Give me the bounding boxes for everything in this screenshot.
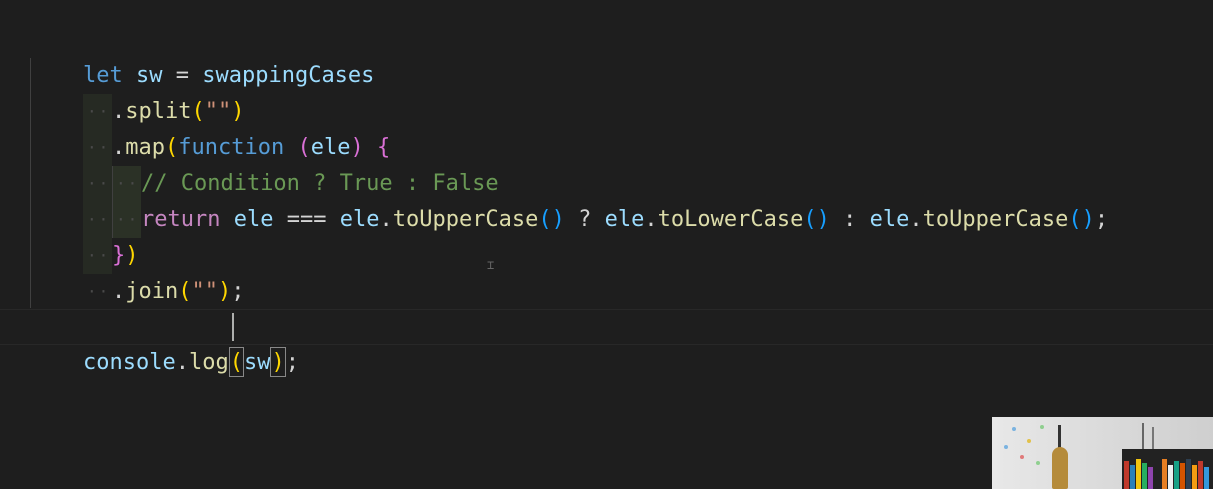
call-parens: () <box>1068 207 1095 232</box>
keyword-return: return <box>140 207 221 232</box>
indent-space: ·· <box>86 282 111 301</box>
ternary-colon: : <box>843 207 857 232</box>
method-to-upper-case: toUpperCase <box>392 207 539 232</box>
code-editor[interactable]: let sw = swappingCases ·· .split("") ·· .m… <box>0 0 1213 489</box>
argument-sw: sw <box>243 350 271 375</box>
variable-ele: ele <box>869 207 910 232</box>
string-literal: "" <box>191 279 218 304</box>
dot-operator: . <box>111 279 126 304</box>
semicolon: ; <box>285 350 299 375</box>
dot-operator: . <box>379 207 393 232</box>
dot-operator: . <box>175 350 189 375</box>
dot-operator: . <box>644 207 658 232</box>
code-line-4[interactable]: ·· ··// Condition ? True : False <box>30 130 499 202</box>
variable-ele: ele <box>233 207 274 232</box>
paren-close-matched: ) <box>270 347 286 377</box>
dot-operator: . <box>909 207 923 232</box>
paren-open: ( <box>178 279 192 304</box>
method-log: log <box>188 350 229 375</box>
code-line-9[interactable]: console.log(sw); <box>30 309 299 377</box>
code-line-5[interactable]: ·· ·· return ele === ele.toUpperCase() ? e… <box>30 166 1108 238</box>
semicolon: ; <box>231 279 245 304</box>
code-line-1[interactable]: let sw = swappingCases <box>30 22 374 88</box>
operator-strict-equal: === <box>286 207 327 232</box>
call-parens: () <box>538 207 565 232</box>
code-line-3[interactable]: ·· .map(function (ele) { <box>30 94 390 166</box>
paren-open-matched: ( <box>228 347 244 377</box>
variable-ele: ele <box>339 207 380 232</box>
method-to-lower-case: toLowerCase <box>657 207 804 232</box>
text-cursor <box>232 313 234 341</box>
method-to-upper-case: toUpperCase <box>922 207 1069 232</box>
ternary-question: ? <box>578 207 592 232</box>
code-line-2[interactable]: ·· .split("") <box>30 58 244 130</box>
object-console: console <box>82 350 176 375</box>
method-join: join <box>125 279 179 304</box>
webcam-overlay <box>992 417 1213 489</box>
variable-ele: ele <box>604 207 645 232</box>
mouse-ibeam-icon: ⌶ <box>487 258 495 272</box>
call-parens: () <box>803 207 830 232</box>
semicolon: ; <box>1094 207 1109 232</box>
code-line-6[interactable]: ··}) <box>30 202 138 274</box>
code-line-7[interactable]: ·· .join(""); <box>30 238 244 304</box>
paren-close: ) <box>217 279 232 304</box>
